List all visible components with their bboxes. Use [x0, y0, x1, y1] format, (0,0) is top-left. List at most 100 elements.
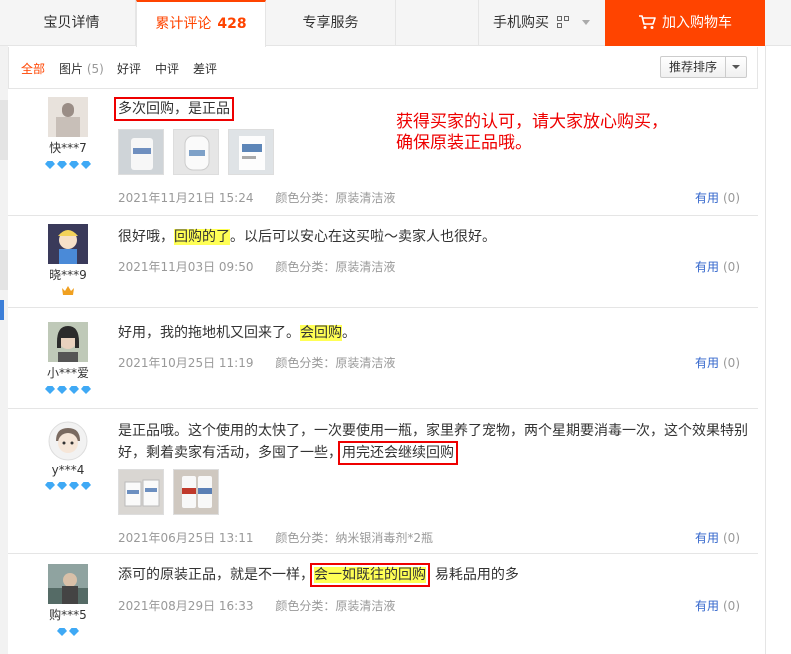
- avatar: [48, 97, 88, 137]
- diamond-icon: [57, 161, 68, 169]
- reviewer-level-badge: [38, 285, 98, 297]
- avatar: [48, 224, 88, 264]
- review-item: 晓***9 很好哦，回购的了。以后可以安心在这买啦～卖家人也很好。 2021年1…: [8, 216, 758, 308]
- useful-button[interactable]: 有用 (0): [695, 597, 740, 614]
- review-text: 好用，我的拖地机又回来了。会回购。: [118, 322, 748, 344]
- diamond-icon: [57, 386, 68, 394]
- filter-all[interactable]: 全部: [21, 60, 45, 77]
- useful-count: (0): [723, 191, 740, 205]
- review-text-highlight: 会回购: [300, 325, 342, 341]
- useful-label: 有用: [694, 191, 719, 205]
- review-text-boxed: 用完还会继续回购: [338, 441, 458, 465]
- review-spec: 颜色分类：原装清洁液: [275, 356, 396, 370]
- review-item: 快***7 多次回购，是正品 2021年11月21日 15:24 颜色分类：原装…: [8, 89, 758, 216]
- tab-exclusive-service[interactable]: 专享服务: [266, 0, 396, 46]
- reviewer-level-badge: [38, 479, 98, 491]
- diamond-icon: [45, 482, 56, 490]
- filter-good[interactable]: 好评: [117, 60, 141, 77]
- review-spec: 颜色分类：原装清洁液: [275, 599, 396, 613]
- chevron-down-icon: [726, 57, 746, 77]
- review-photo-thumbnail[interactable]: [118, 129, 164, 175]
- diamond-icon: [57, 482, 68, 490]
- filter-photos[interactable]: 图片 (5): [59, 60, 104, 77]
- reviewer-info: 购***5: [38, 564, 98, 637]
- tab-reviews-label: 累计评论: [155, 16, 212, 32]
- reviewer-nickname: y***4: [51, 463, 85, 477]
- review-photo-thumbnail[interactable]: [118, 469, 164, 515]
- review-photo-thumbnail[interactable]: [172, 129, 219, 175]
- review-photo-thumbnail[interactable]: [227, 129, 274, 175]
- review-text-part: 添可的原装正品，就是不一样，: [118, 567, 314, 583]
- filter-medium[interactable]: 中评: [155, 60, 179, 77]
- review-filter-bar: 全部 图片 (5) 好评 中评 差评 推荐排序: [8, 47, 758, 89]
- filter-bad[interactable]: 差评: [193, 60, 217, 77]
- right-gutter: [765, 46, 791, 654]
- mobile-buy-label: 手机购买: [493, 15, 549, 31]
- review-date: 2021年11月21日 15:24: [118, 191, 254, 205]
- useful-count: (0): [723, 531, 740, 545]
- chevron-down-icon: [581, 20, 590, 25]
- review-item: 小***爱 好用，我的拖地机又回来了。会回购。 2021年10月25日 11:1…: [8, 308, 758, 409]
- review-date: 2021年08月29日 16:33: [118, 599, 254, 613]
- reviewer-level-badge: [38, 158, 98, 170]
- review-meta: 2021年10月25日 11:19 颜色分类：原装清洁液: [118, 354, 395, 371]
- sort-label: 推荐排序: [661, 57, 726, 77]
- diamond-icon: [45, 386, 56, 394]
- reviewer-nickname: 晓***9: [49, 268, 87, 282]
- useful-label: 有用: [694, 599, 719, 613]
- useful-button[interactable]: 有用 (0): [695, 354, 740, 371]
- reviewer-info: 晓***9: [38, 224, 98, 297]
- review-text: 很好哦，回购的了。以后可以安心在这买啦～卖家人也很好。: [118, 226, 748, 248]
- diamond-icon: [45, 161, 56, 169]
- reviewer-info: y***4: [38, 421, 98, 491]
- review-date: 2021年11月03日 09:50: [118, 260, 254, 274]
- reviewer-info: 小***爱: [38, 322, 98, 395]
- diamond-icon: [80, 482, 91, 490]
- review-meta: 2021年08月29日 16:33 颜色分类：原装清洁液: [118, 597, 395, 614]
- review-meta: 2021年06月25日 13:11 颜色分类：纳米银消毒剂*2瓶: [118, 529, 433, 546]
- review-text-part: 很好哦，: [118, 229, 174, 245]
- sort-dropdown[interactable]: 推荐排序: [659, 56, 747, 78]
- useful-count: (0): [723, 260, 740, 274]
- review-text-highlight: 会一如既往的回购: [310, 563, 430, 587]
- reviewer-nickname: 快***7: [49, 141, 87, 155]
- review-spec: 颜色分类：原装清洁液: [275, 191, 396, 205]
- useful-count: (0): [723, 599, 740, 613]
- review-text-boxed: 多次回购，是正品: [114, 97, 234, 121]
- crown-icon: [62, 286, 74, 295]
- diamond-icon: [68, 161, 79, 169]
- review-text: 添可的原装正品，就是不一样，会一如既往的回购 易耗品用的多: [118, 563, 748, 587]
- useful-button[interactable]: 有用 (0): [695, 529, 740, 546]
- useful-button[interactable]: 有用 (0): [695, 189, 740, 206]
- mobile-buy-button[interactable]: 手机购买: [478, 0, 606, 46]
- reviewer-nickname: 小***爱: [46, 366, 89, 380]
- cart-icon: [639, 15, 656, 29]
- diamond-icon: [57, 628, 68, 636]
- add-to-cart-label: 加入购物车: [662, 15, 732, 31]
- add-to-cart-button[interactable]: 加入购物车: [605, 0, 765, 46]
- useful-label: 有用: [694, 260, 719, 274]
- filter-photos-count: (5): [86, 62, 104, 76]
- review-text-part: 好用，我的拖地机又回来了。: [118, 325, 300, 341]
- review-date: 2021年06月25日 13:11: [118, 531, 254, 545]
- tab-product-detail[interactable]: 宝贝详情: [8, 0, 136, 46]
- review-spec: 颜色分类：纳米银消毒剂*2瓶: [275, 531, 433, 545]
- review-photos: [118, 129, 279, 178]
- diamond-icon: [80, 386, 91, 394]
- review-photo-thumbnail[interactable]: [172, 469, 219, 515]
- review-date: 2021年10月25日 11:19: [118, 356, 254, 370]
- reviews-count: 428: [217, 16, 247, 32]
- review-text-highlight: 回购的了: [174, 229, 230, 245]
- useful-button[interactable]: 有用 (0): [695, 258, 740, 275]
- review-meta: 2021年11月21日 15:24 颜色分类：原装清洁液: [118, 189, 395, 206]
- tab-reviews[interactable]: 累计评论 428: [136, 0, 266, 47]
- review-photos: [118, 469, 224, 518]
- review-text-part: 易耗品用的多: [426, 567, 519, 583]
- left-edge-strip: [0, 0, 8, 654]
- review-text-part: 。: [342, 325, 356, 341]
- avatar: [48, 322, 88, 362]
- reviewer-level-badge: [38, 625, 98, 637]
- review-item: y***4 是正品哦。这个使用的太快了，一次要使用一瓶，家里养了宠物，两个星期要…: [8, 409, 758, 554]
- reviewer-info: 快***7: [38, 97, 98, 170]
- left-strip-segment: [0, 250, 8, 290]
